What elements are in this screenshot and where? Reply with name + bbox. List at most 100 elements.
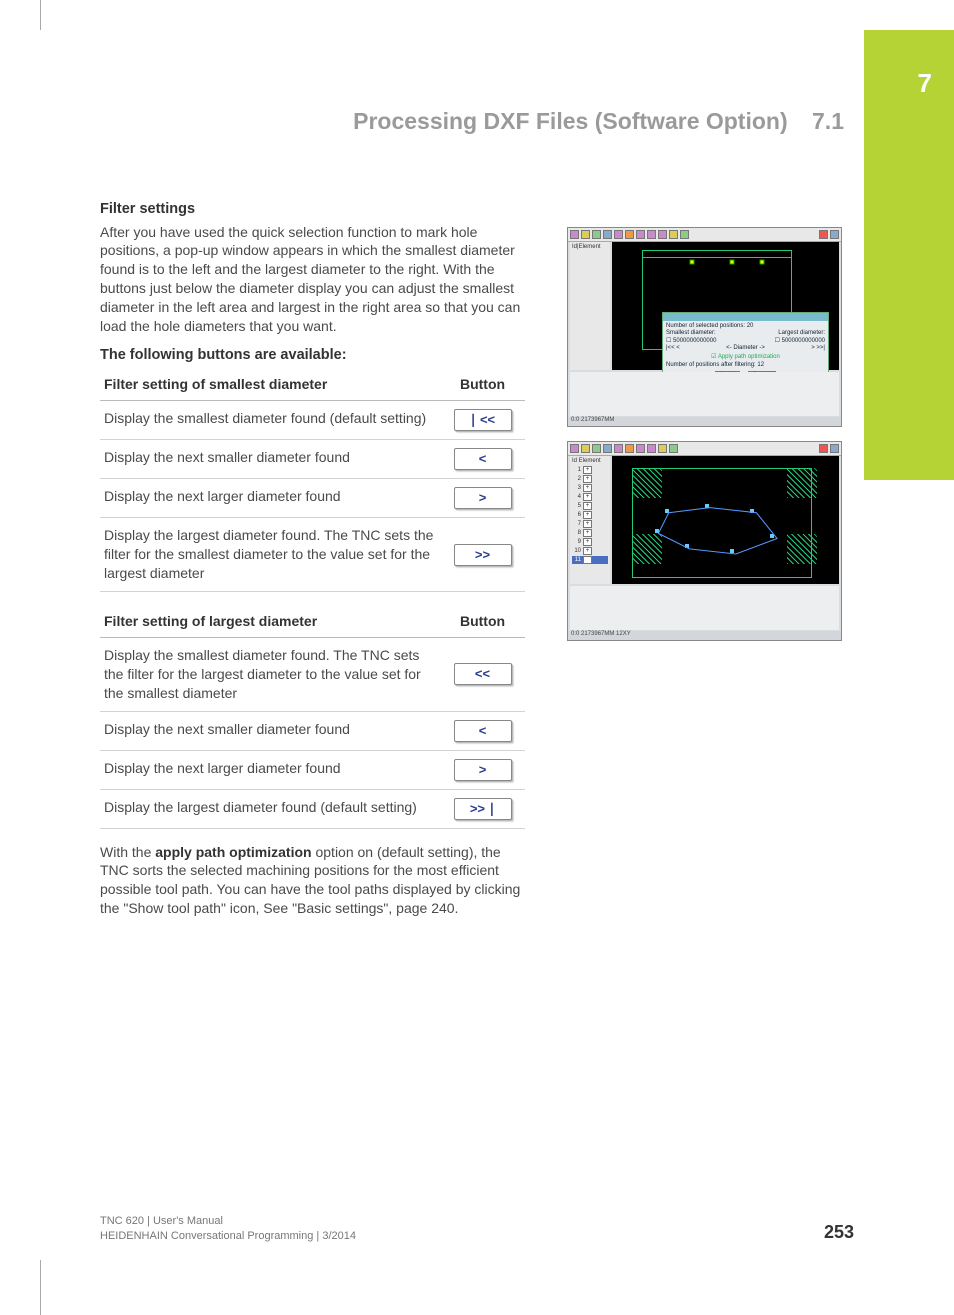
- list-item: 5+: [572, 502, 608, 510]
- toolbar-icon: [570, 444, 579, 453]
- next-larger-icon: >: [454, 487, 512, 509]
- row-desc: Display the largest diameter found. The …: [100, 518, 440, 592]
- last-largest-2-icon: >> ∣: [454, 798, 512, 820]
- page-header: Processing DXF Files (Software Option) 7…: [100, 108, 844, 135]
- toolbar-icon: [603, 444, 612, 453]
- toolbar-icon: [592, 444, 601, 453]
- row-desc: Display the smallest diameter found (def…: [100, 401, 440, 440]
- filter-table-largest: Filter setting of largest diameter Butto…: [100, 606, 525, 829]
- next-larger-2-icon: >: [454, 759, 512, 781]
- th-desc-1: Filter setting of smallest diameter: [100, 369, 440, 400]
- chapter-number: 7: [918, 68, 932, 99]
- bottom-pane: [570, 372, 839, 416]
- list-item: 9+: [572, 538, 608, 546]
- dialog-title: [663, 313, 828, 321]
- first-smallest-2-icon: <<: [454, 663, 512, 685]
- toolbar-icon: [581, 230, 590, 239]
- toolbar-icon: [830, 444, 839, 453]
- screenshot-path-result: Id Element 1+2+3+4+5+6+7+8+9+10+11+ 0:0 …: [567, 441, 842, 641]
- toolbar-icon: [581, 444, 590, 453]
- close-icon: [819, 230, 828, 239]
- list-item: 11+: [572, 556, 608, 564]
- list-item: 8+: [572, 529, 608, 537]
- status-bar: 0:0 2173967MM: [568, 417, 841, 426]
- th-btn-1: Button: [440, 369, 525, 400]
- toolbar-icon: [669, 230, 678, 239]
- list-item: 2+: [572, 475, 608, 483]
- table-row: Display the smallest diameter found. The…: [100, 637, 525, 711]
- bold-term: apply path optimization: [155, 844, 311, 860]
- footer-line2: HEIDENHAIN Conversational Programming | …: [100, 1229, 356, 1243]
- toolbar-icon: [658, 230, 667, 239]
- first-smallest-icon: ∣ <<: [454, 409, 512, 431]
- toolbar-icon: [625, 230, 634, 239]
- crop-mark-top: [40, 0, 42, 30]
- row-desc: Display the next larger diameter found: [100, 479, 440, 518]
- dialog-filtered: Number of positions after filtering: 12: [666, 362, 825, 368]
- row-desc: Display the next smaller diameter found: [100, 711, 440, 750]
- row-desc: Display the smallest diameter found. The…: [100, 637, 440, 711]
- list-item: 6+: [572, 511, 608, 519]
- list-item: 1+: [572, 466, 608, 474]
- filter-table-smallest: Filter setting of smallest diameter Butt…: [100, 369, 525, 592]
- screenshot-column: Id|Element Number of selected positions:…: [567, 227, 842, 655]
- bottom-pane: [570, 586, 839, 630]
- apply-path-checkbox: ☑ Apply path optimization: [666, 353, 825, 360]
- toolbar: [568, 228, 841, 242]
- table-row: Display the next smaller diameter found …: [100, 711, 525, 750]
- row-desc: Display the next larger diameter found: [100, 750, 440, 789]
- row-desc: Display the largest diameter found (defa…: [100, 789, 440, 828]
- toolbar-icon: [636, 444, 645, 453]
- section-heading: Filter settings: [100, 200, 525, 220]
- list-item: 4+: [572, 493, 608, 501]
- header-title: Processing DXF Files (Software Option): [353, 108, 788, 134]
- cad-viewport: [612, 456, 839, 584]
- table-row: Display the smallest diameter found (def…: [100, 401, 525, 440]
- chapter-tab: 7: [864, 30, 954, 480]
- prev-smaller-2-icon: <: [454, 720, 512, 742]
- table-row: Display the largest diameter found. The …: [100, 518, 525, 592]
- toolbar-icon: [830, 230, 839, 239]
- toolbar-icon: [614, 444, 623, 453]
- page-number: 253: [824, 1222, 854, 1243]
- crop-mark-bottom: [40, 1260, 42, 1315]
- intro-paragraph: After you have used the quick selection …: [100, 223, 525, 336]
- toolbar-icon: [647, 230, 656, 239]
- prev-smaller-icon: <: [454, 448, 512, 470]
- closing-paragraph: With the apply path optimization option …: [100, 843, 525, 919]
- th-desc-2: Filter setting of largest diameter: [100, 606, 440, 637]
- dialog-positions: Number of selected positions: 20: [666, 323, 825, 329]
- toolbar-icon: [647, 444, 656, 453]
- toolbar-icon: [669, 444, 678, 453]
- toolbar-icon: [625, 444, 634, 453]
- table-intro: The following buttons are available:: [100, 346, 525, 366]
- last-largest-icon: >>: [454, 544, 512, 566]
- footer-line1: TNC 620 | User's Manual: [100, 1214, 356, 1228]
- row-desc: Display the next smaller diameter found: [100, 440, 440, 479]
- table-row: Display the next smaller diameter found …: [100, 440, 525, 479]
- toolbar-icon: [592, 230, 601, 239]
- list-item: 10+: [572, 547, 608, 555]
- element-list: Id Element 1+2+3+4+5+6+7+8+9+10+11+: [570, 456, 610, 584]
- screenshot-filter-dialog: Id|Element Number of selected positions:…: [567, 227, 842, 427]
- list-item: 3+: [572, 484, 608, 492]
- toolbar-icon: [614, 230, 623, 239]
- side-panel: Id|Element: [570, 242, 610, 370]
- table-row: Display the largest diameter found (defa…: [100, 789, 525, 828]
- toolbar-icon: [658, 444, 667, 453]
- toolbar-icon: [603, 230, 612, 239]
- status-bar: 0:0 2173967MM 12XY: [568, 631, 841, 640]
- header-section: 7.1: [812, 108, 844, 134]
- table-row: Display the next larger diameter found >: [100, 479, 525, 518]
- close-icon: [819, 444, 828, 453]
- toolbar-icon: [680, 230, 689, 239]
- toolbar-icon: [570, 230, 579, 239]
- content-column: Filter settings After you have used the …: [100, 200, 525, 918]
- table-row: Display the next larger diameter found >: [100, 750, 525, 789]
- cad-viewport: Number of selected positions: 20 Smalles…: [612, 242, 839, 370]
- toolbar: [568, 442, 841, 456]
- toolbar-icon: [636, 230, 645, 239]
- page-footer: TNC 620 | User's Manual HEIDENHAIN Conve…: [100, 1214, 854, 1243]
- th-btn-2: Button: [440, 606, 525, 637]
- list-item: 7+: [572, 520, 608, 528]
